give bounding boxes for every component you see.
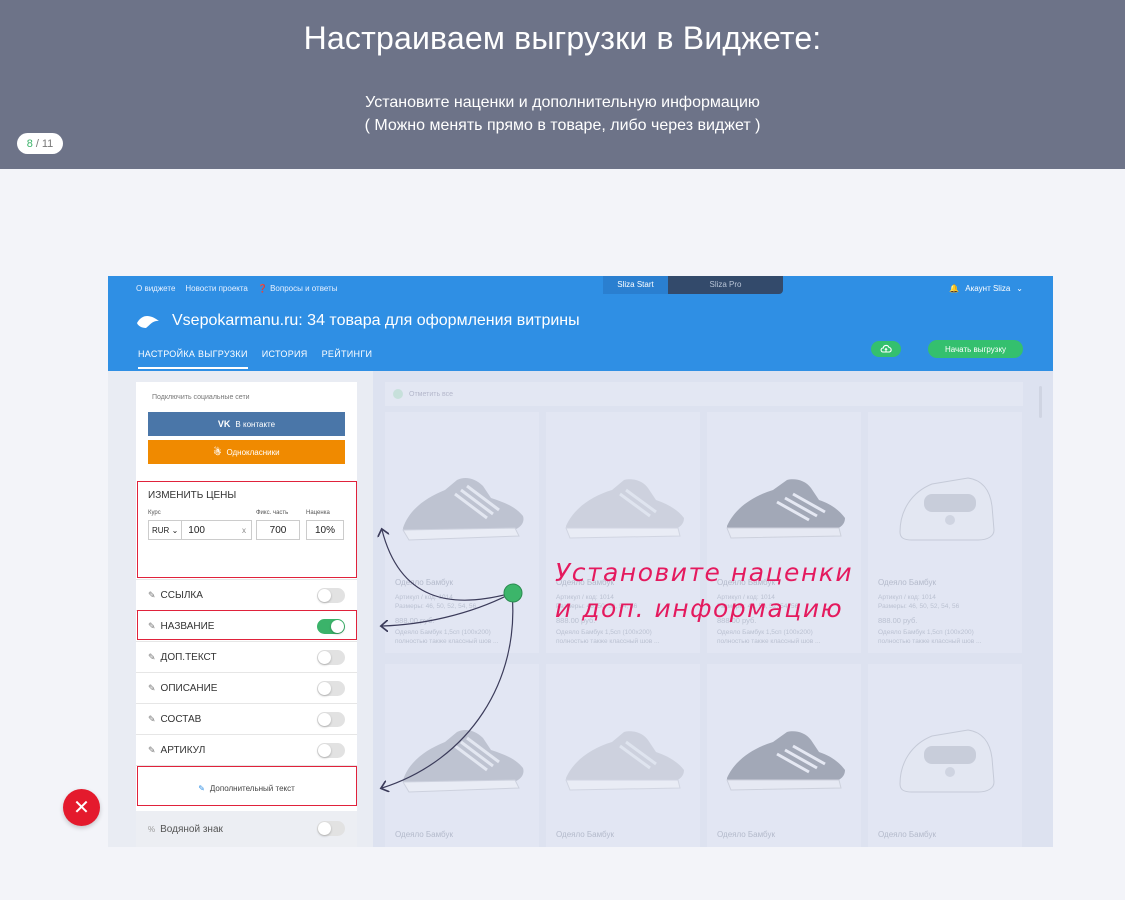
close-button[interactable]: ✕ [63, 789, 100, 826]
annotation-arrows [0, 0, 523, 900]
close-icon: ✕ [73, 797, 90, 819]
annotation-text: Установите наценки и доп. информацию [555, 555, 853, 627]
annotation-line-1: Установите наценки [555, 558, 854, 587]
annotation-line-2: и доп. информацию [555, 594, 844, 623]
